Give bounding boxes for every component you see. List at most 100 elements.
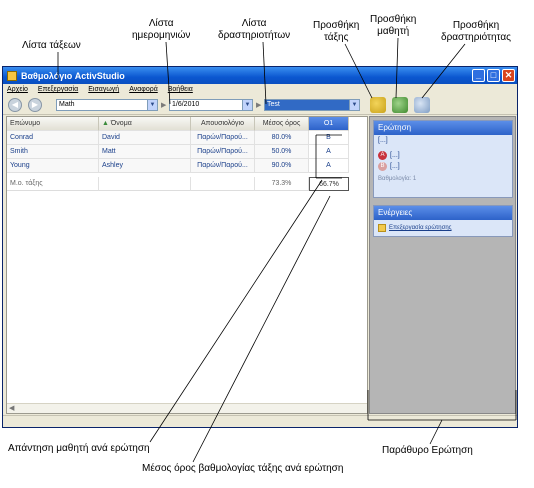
empty-cell xyxy=(99,177,191,191)
scroll-left-icon[interactable]: ◀ xyxy=(7,405,14,412)
app-icon xyxy=(7,70,17,81)
actions-panel: Ενέργειες Επεξεργασία ερώτησης xyxy=(373,205,513,237)
class-average-row: Μ.ο. τάξης 73.3% 66.7% xyxy=(7,177,349,191)
class-list-value: Math xyxy=(59,101,75,108)
cell-last-name: Conrad xyxy=(7,131,99,145)
callout-date-list-line2: ημερομηνιών xyxy=(132,30,191,41)
menu-report[interactable]: Αναφορά xyxy=(129,84,158,95)
column-header-first-name-label: Όνομα xyxy=(110,120,132,127)
cell-last-name: Smith xyxy=(7,145,99,159)
grades-grid: Επώνυμο ▲ Όνομα Απουσιολόγιο Μέσος όρος … xyxy=(6,116,368,414)
cell-average: 50.0% xyxy=(255,145,309,159)
callout-activity-list: Λίστα δραστηριοτήτων xyxy=(218,18,290,42)
column-header-attendance[interactable]: Απουσιολόγιο xyxy=(191,117,255,131)
menu-help[interactable]: Βοήθεια xyxy=(168,84,193,95)
menu-file[interactable]: Αρχείο xyxy=(7,84,28,95)
date-list-select[interactable]: 1/6/2010 ▼ xyxy=(169,99,253,111)
menu-bar: Αρχείο Επεξεργασία Εισαγωγή Αναφορά Βοήθ… xyxy=(3,84,517,95)
close-button[interactable]: ✕ xyxy=(502,69,515,82)
callout-date-list-line1: Λίστα xyxy=(148,18,174,29)
question-panel: Ερώτηση [...] A [...] B [...] Βαθμολογία… xyxy=(373,120,513,198)
gradebook-window: Βαθμολόγιο ActivStudio _ □ ✕ Αρχείο Επεξ… xyxy=(2,66,518,428)
cell-average: 80.0% xyxy=(255,131,309,145)
forward-button[interactable]: ▶ xyxy=(28,98,42,112)
menu-insert[interactable]: Εισαγωγή xyxy=(88,84,119,95)
cell-first-name: David xyxy=(99,131,191,145)
callout-add-student: Προσθήκη μαθητή xyxy=(370,14,416,38)
question-score: Βαθμολογία: 1 xyxy=(378,176,417,182)
actions-panel-title: Ενέργειες xyxy=(374,206,512,220)
column-header-first-name[interactable]: ▲ Όνομα xyxy=(99,117,191,131)
cell-average: 90.0% xyxy=(255,159,309,173)
table-row[interactable]: Smith Matt Παρών/Παρού... 50.0% A xyxy=(7,145,349,159)
grid-header-row: Επώνυμο ▲ Όνομα Απουσιολόγιο Μέσος όρος … xyxy=(7,117,349,131)
callout-add-activity: Προσθήκη δραστηριότητας xyxy=(441,20,511,44)
add-class-icon[interactable] xyxy=(370,97,386,113)
callout-add-student-line1: Προσθήκη xyxy=(370,14,417,25)
cell-answer-q1[interactable]: A xyxy=(309,159,349,173)
minimize-button[interactable]: _ xyxy=(472,69,485,82)
callout-answer-per-question: Απάντηση μαθητή ανά ερώτηση xyxy=(8,443,150,454)
class-list-dropdown-icon[interactable]: ▼ xyxy=(147,100,157,110)
answer-option-a[interactable]: A [...] xyxy=(378,150,508,161)
window-title: Βαθμολόγιο ActivStudio xyxy=(21,70,125,81)
separator-arrow-icon: ▶ xyxy=(256,102,262,109)
class-average-value: 73.3% xyxy=(255,177,309,191)
activity-list-dropdown-icon[interactable]: ▼ xyxy=(349,100,359,110)
option-b-icon: B xyxy=(378,162,387,171)
answer-option-b[interactable]: B [...] xyxy=(378,161,508,172)
add-student-icon[interactable] xyxy=(392,97,408,113)
cell-attendance[interactable]: Παρών/Παρού... xyxy=(191,131,255,145)
callout-add-class-line1: Προσθήκη xyxy=(313,20,360,31)
menu-edit[interactable]: Επεξεργασία xyxy=(38,84,78,95)
toolbar: ◀ ▶ Math ▼ ▶ 1/6/2010 ▼ ▶ Test ▼ xyxy=(3,95,517,115)
edit-question-link[interactable]: Επεξεργασία ερώτησης xyxy=(389,225,452,231)
cell-last-name: Young xyxy=(7,159,99,173)
option-b-text: [...] xyxy=(390,163,400,170)
callout-add-class: Προσθήκη τάξης xyxy=(313,20,359,44)
callout-question-window: Παράθυρο Ερώτηση xyxy=(382,445,473,456)
question-text: [...] xyxy=(378,137,388,144)
cell-answer-q1[interactable]: B xyxy=(309,131,349,145)
horizontal-scrollbar[interactable]: ◀ xyxy=(7,403,367,413)
date-list-dropdown-icon[interactable]: ▼ xyxy=(242,100,252,110)
title-bar[interactable]: Βαθμολόγιο ActivStudio _ □ ✕ xyxy=(3,67,517,84)
callout-class-average-per-question: Μέσος όρος βαθμολογίας τάξης ανά ερώτηση xyxy=(142,463,344,474)
column-header-last-name[interactable]: Επώνυμο xyxy=(7,117,99,131)
callout-activity-list-line2: δραστηριοτήτων xyxy=(218,30,291,41)
callout-activity-list-line1: Λίστα xyxy=(241,18,267,29)
class-average-label: Μ.ο. τάξης xyxy=(7,177,99,191)
cell-first-name: Ashley xyxy=(99,159,191,173)
add-activity-icon[interactable] xyxy=(414,97,430,113)
callout-add-activity-line1: Προσθήκη xyxy=(452,20,500,31)
cell-attendance[interactable]: Παρών/Παρού... xyxy=(191,145,255,159)
question-panel-body: [...] A [...] B [...] Βαθμολογία: 1 xyxy=(374,135,512,197)
callout-add-student-line2: μαθητή xyxy=(377,26,410,37)
status-bar xyxy=(3,415,517,427)
table-row[interactable]: Young Ashley Παρών/Παρού... 90.0% A xyxy=(7,159,349,173)
table-row[interactable]: Conrad David Παρών/Παρού... 80.0% B xyxy=(7,131,349,145)
activity-list-select[interactable]: Test ▼ xyxy=(264,99,360,111)
callout-date-list: Λίστα ημερομηνιών xyxy=(132,18,190,42)
maximize-button[interactable]: □ xyxy=(487,69,500,82)
question-panel-title: Ερώτηση xyxy=(374,121,512,135)
back-button[interactable]: ◀ xyxy=(8,98,22,112)
class-average-q1: 66.7% xyxy=(309,177,349,191)
cell-answer-q1[interactable]: A xyxy=(309,145,349,159)
separator-arrow-icon: ▶ xyxy=(161,102,167,109)
callout-add-class-line2: τάξης xyxy=(323,32,349,43)
actions-panel-body: Επεξεργασία ερώτησης xyxy=(374,220,512,236)
cell-first-name: Matt xyxy=(99,145,191,159)
sort-ascending-icon: ▲ xyxy=(102,120,109,127)
empty-cell xyxy=(191,177,255,191)
edit-pencil-icon xyxy=(378,224,386,232)
column-header-average[interactable]: Μέσος όρος xyxy=(255,117,309,131)
callout-add-activity-line2: δραστηριότητας xyxy=(441,32,511,43)
option-a-text: [...] xyxy=(390,152,400,159)
option-a-icon: A xyxy=(378,151,387,160)
callout-class-list: Λίστα τάξεων xyxy=(22,40,81,51)
column-header-question-1[interactable]: Ο1 xyxy=(309,117,349,131)
activity-list-value: Test xyxy=(267,101,280,108)
class-list-select[interactable]: Math ▼ xyxy=(56,99,158,111)
cell-attendance[interactable]: Παρών/Παρού... xyxy=(191,159,255,173)
